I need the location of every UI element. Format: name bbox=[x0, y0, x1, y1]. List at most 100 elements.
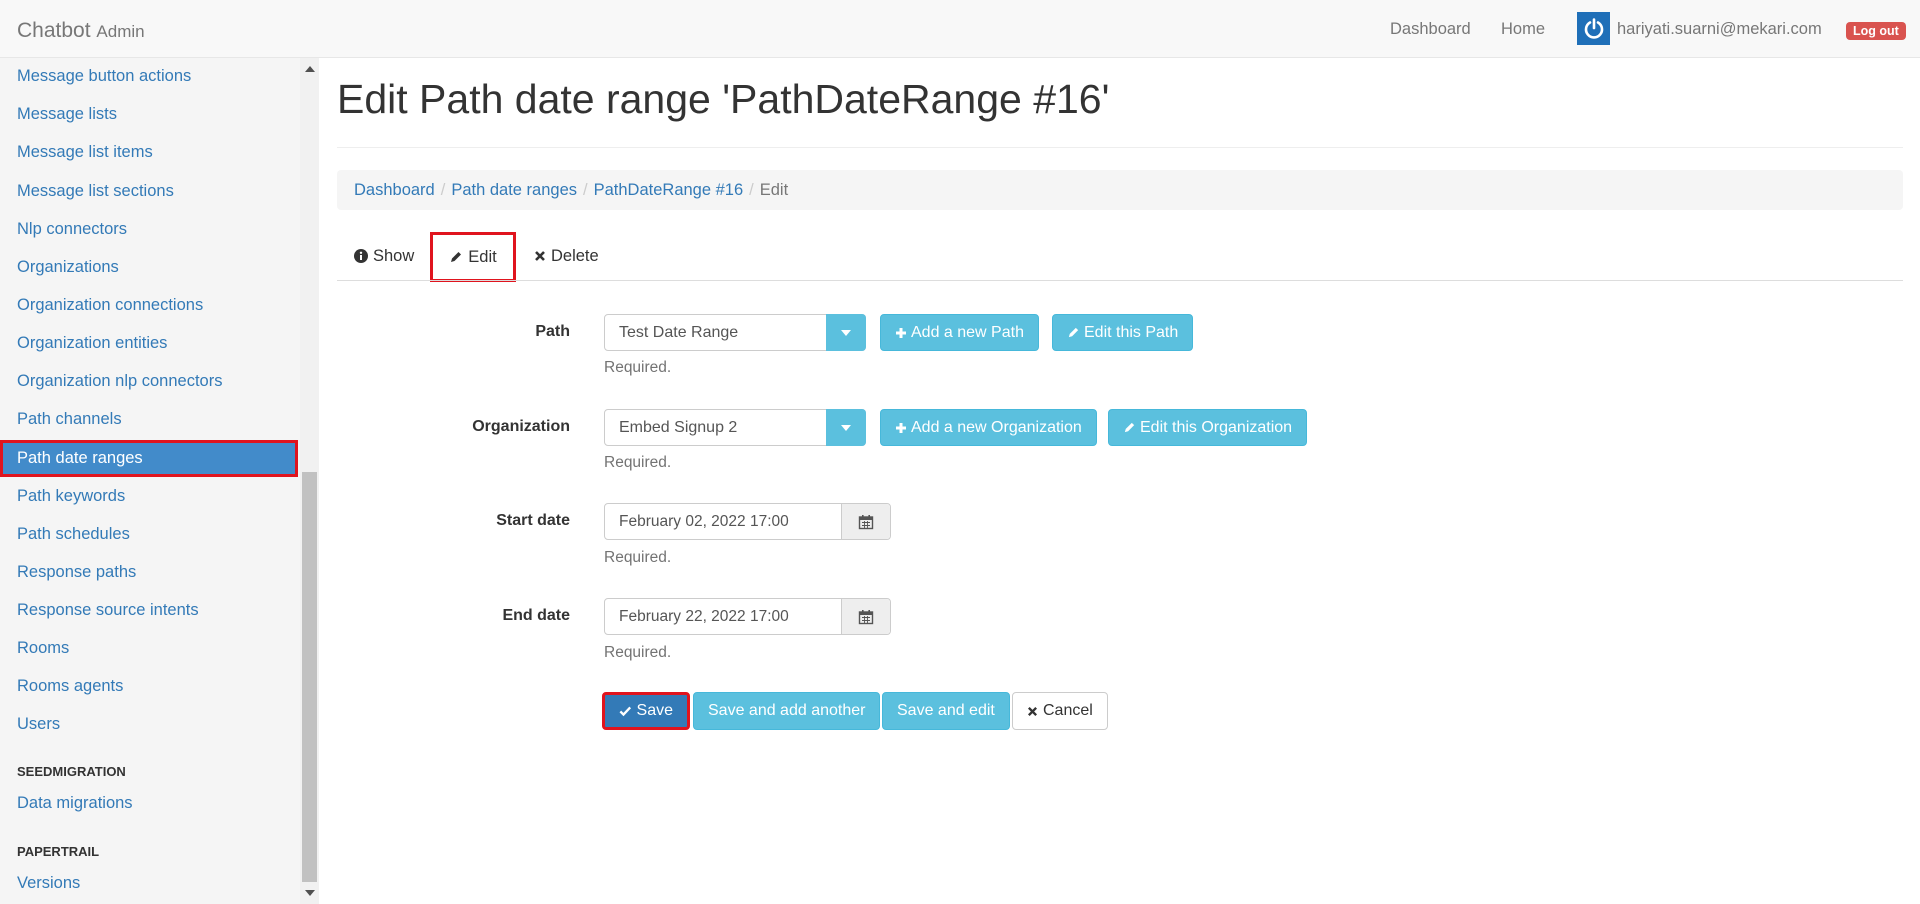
sidebar-item-path-keywords[interactable]: Path keywords bbox=[0, 478, 298, 515]
organization-label: Organization bbox=[472, 418, 570, 435]
scroll-up-arrow-icon[interactable] bbox=[305, 66, 315, 72]
sidebar-item-response-source-intents[interactable]: Response source intents bbox=[0, 592, 298, 629]
save-button-label: Save bbox=[636, 702, 673, 719]
scroll-thumb[interactable] bbox=[302, 472, 317, 882]
tab-show-label: Show bbox=[373, 247, 415, 265]
breadcrumb-path-date-ranges[interactable]: Path date ranges bbox=[451, 181, 577, 199]
nav-home-link[interactable]: Home bbox=[1501, 20, 1545, 39]
scroll-down-arrow-icon[interactable] bbox=[305, 890, 315, 896]
save-and-add-another-button[interactable]: Save and add another bbox=[693, 692, 881, 730]
organization-select-value: Embed Signup 2 bbox=[619, 418, 738, 436]
breadcrumb-separator: / bbox=[749, 181, 754, 199]
edit-this-path-button[interactable]: Edit this Path bbox=[1052, 314, 1194, 351]
path-label: Path bbox=[535, 323, 570, 340]
organization-select[interactable]: Embed Signup 2 bbox=[604, 409, 866, 446]
top-navbar: Chatbot Admin Dashboard Home hariyati.su… bbox=[0, 0, 1920, 58]
end-date-calendar-button[interactable] bbox=[841, 599, 890, 634]
save-and-add-another-label: Save and add another bbox=[708, 702, 866, 719]
edit-this-path-label: Edit this Path bbox=[1084, 324, 1179, 341]
tabs-divider bbox=[337, 280, 1903, 281]
save-and-edit-button[interactable]: Save and edit bbox=[882, 692, 1010, 730]
breadcrumb-dashboard[interactable]: Dashboard bbox=[354, 181, 435, 199]
sidebar-item-message-list-sections[interactable]: Message list sections bbox=[0, 173, 298, 210]
sidebar: Message button actions Message lists Mes… bbox=[0, 58, 300, 904]
path-select[interactable]: Test Date Range bbox=[604, 314, 866, 351]
pencil-icon bbox=[1124, 422, 1135, 433]
add-new-organization-button[interactable]: Add a new Organization bbox=[880, 409, 1097, 446]
user-email[interactable]: hariyati.suarni@mekari.com bbox=[1617, 20, 1822, 39]
add-new-path-label: Add a new Path bbox=[911, 324, 1024, 341]
path-help-text: Required. bbox=[604, 359, 672, 376]
cancel-button-label: Cancel bbox=[1043, 702, 1093, 719]
breadcrumb-separator: / bbox=[583, 181, 588, 199]
sidebar-item-users[interactable]: Users bbox=[0, 706, 298, 743]
sidebar-item-message-list-items[interactable]: Message list items bbox=[0, 134, 298, 171]
edit-this-organization-label: Edit this Organization bbox=[1140, 419, 1293, 436]
plus-icon bbox=[896, 422, 906, 433]
brand-name: Chatbot bbox=[17, 19, 91, 42]
title-divider bbox=[337, 147, 1903, 148]
sidebar-item-path-date-ranges[interactable]: Path date ranges bbox=[0, 440, 298, 477]
organization-dropdown-toggle[interactable] bbox=[826, 409, 866, 446]
calendar-icon bbox=[858, 514, 874, 529]
sidebar-header-papertrail: PAPERTRAIL bbox=[17, 844, 100, 859]
sidebar-item-nlp-connectors[interactable]: Nlp connectors bbox=[0, 211, 298, 248]
sidebar-item-organization-connections[interactable]: Organization connections bbox=[0, 287, 298, 324]
page-title: Edit Path date range 'PathDateRange #16' bbox=[337, 76, 1110, 122]
caret-down-icon bbox=[841, 424, 851, 431]
sidebar-item-message-lists[interactable]: Message lists bbox=[0, 96, 298, 133]
sidebar-item-path-schedules[interactable]: Path schedules bbox=[0, 516, 298, 553]
check-icon bbox=[619, 706, 632, 717]
tab-edit[interactable]: Edit bbox=[430, 232, 516, 282]
nav-dashboard-link[interactable]: Dashboard bbox=[1390, 20, 1471, 39]
end-date-help-text: Required. bbox=[604, 644, 672, 661]
cancel-button[interactable]: Cancel bbox=[1012, 692, 1108, 730]
brand[interactable]: Chatbot Admin bbox=[17, 19, 145, 43]
tab-edit-label: Edit bbox=[468, 248, 497, 266]
sidebar-item-organization-nlp-connectors[interactable]: Organization nlp connectors bbox=[0, 363, 298, 400]
sidebar-item-path-channels[interactable]: Path channels bbox=[0, 401, 298, 438]
tab-delete[interactable]: Delete bbox=[534, 232, 599, 280]
sidebar-item-response-paths[interactable]: Response paths bbox=[0, 554, 298, 591]
sidebar-scrollbar[interactable] bbox=[300, 58, 319, 904]
add-new-path-button[interactable]: Add a new Path bbox=[880, 314, 1039, 351]
path-dropdown-toggle[interactable] bbox=[826, 314, 866, 351]
start-date-help-text: Required. bbox=[604, 549, 672, 566]
caret-down-icon bbox=[841, 329, 851, 336]
breadcrumb-record[interactable]: PathDateRange #16 bbox=[594, 181, 744, 199]
sidebar-item-rooms[interactable]: Rooms bbox=[0, 630, 298, 667]
brand-sub: Admin bbox=[96, 22, 145, 41]
calendar-icon bbox=[858, 609, 874, 624]
plus-icon bbox=[896, 327, 906, 338]
user-avatar[interactable] bbox=[1577, 12, 1610, 45]
sidebar-item-versions[interactable]: Versions bbox=[0, 865, 298, 902]
sidebar-header-seedmigration: SEEDMIGRATION bbox=[17, 764, 126, 779]
end-date-label: End date bbox=[502, 607, 570, 624]
end-date-field[interactable]: February 22, 2022 17:00 bbox=[604, 598, 891, 635]
save-button[interactable]: Save bbox=[602, 692, 690, 730]
edit-this-organization-button[interactable]: Edit this Organization bbox=[1108, 409, 1308, 446]
breadcrumb-separator: / bbox=[440, 181, 446, 199]
close-icon bbox=[535, 251, 545, 261]
pencil-icon bbox=[451, 252, 462, 262]
sidebar-item-data-migrations[interactable]: Data migrations bbox=[0, 785, 298, 822]
end-date-value[interactable]: February 22, 2022 17:00 bbox=[605, 599, 841, 634]
save-and-edit-label: Save and edit bbox=[897, 702, 995, 719]
sidebar-item-rooms-agents[interactable]: Rooms agents bbox=[0, 668, 298, 705]
add-new-organization-label: Add a new Organization bbox=[911, 419, 1082, 436]
tab-delete-label: Delete bbox=[551, 247, 599, 265]
power-icon bbox=[1584, 17, 1603, 39]
organization-help-text: Required. bbox=[604, 454, 672, 471]
pencil-icon bbox=[1068, 327, 1079, 338]
tab-show[interactable]: Show bbox=[354, 232, 414, 280]
start-date-value[interactable]: February 02, 2022 17:00 bbox=[605, 504, 841, 539]
sidebar-item-organizations[interactable]: Organizations bbox=[0, 249, 298, 286]
start-date-calendar-button[interactable] bbox=[841, 504, 890, 539]
sidebar-item-message-button-actions[interactable]: Message button actions bbox=[0, 58, 298, 95]
path-select-value: Test Date Range bbox=[619, 323, 739, 341]
logout-button[interactable]: Log out bbox=[1846, 22, 1906, 40]
breadcrumb-current: Edit bbox=[759, 181, 789, 199]
sidebar-item-organization-entities[interactable]: Organization entities bbox=[0, 325, 298, 362]
start-date-field[interactable]: February 02, 2022 17:00 bbox=[604, 503, 891, 540]
start-date-label: Start date bbox=[496, 512, 570, 529]
